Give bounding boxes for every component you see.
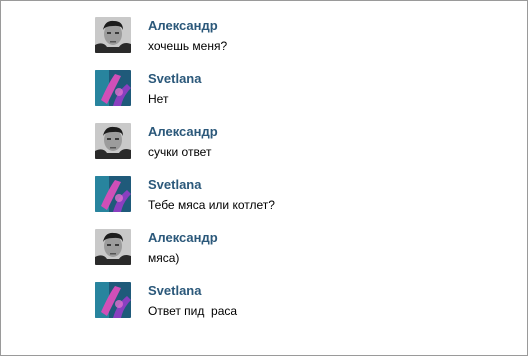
message-author[interactable]: Александр	[148, 124, 218, 139]
man-photo-icon	[95, 123, 131, 159]
message-text: хочешь меня?	[148, 39, 228, 53]
message-author[interactable]: Александр	[148, 18, 218, 33]
avatar[interactable]	[95, 229, 131, 265]
message-author[interactable]: Svetlana	[148, 71, 201, 86]
avatar[interactable]	[95, 123, 131, 159]
message-text: Тебе мяса или котлет?	[148, 198, 275, 212]
message-author[interactable]: Svetlana	[148, 177, 201, 192]
abstract-art-icon	[95, 282, 131, 318]
message-text: Ответ пид раса	[148, 304, 238, 318]
message-author[interactable]: Svetlana	[148, 283, 201, 298]
abstract-art-icon	[95, 70, 131, 106]
avatar[interactable]	[95, 282, 131, 318]
message-text: Нет	[148, 92, 169, 106]
avatar[interactable]	[95, 17, 131, 53]
message-author[interactable]: Александр	[148, 230, 218, 245]
message-text: мяса)	[148, 251, 180, 265]
avatar[interactable]	[95, 70, 131, 106]
message-text: сучки ответ	[148, 145, 212, 159]
avatar[interactable]	[95, 176, 131, 212]
man-photo-icon	[95, 17, 131, 53]
message-history-panel: Александр хочешь меня? Svetlana Нет Алек…	[0, 0, 528, 356]
man-photo-icon	[95, 229, 131, 265]
abstract-art-icon	[95, 176, 131, 212]
